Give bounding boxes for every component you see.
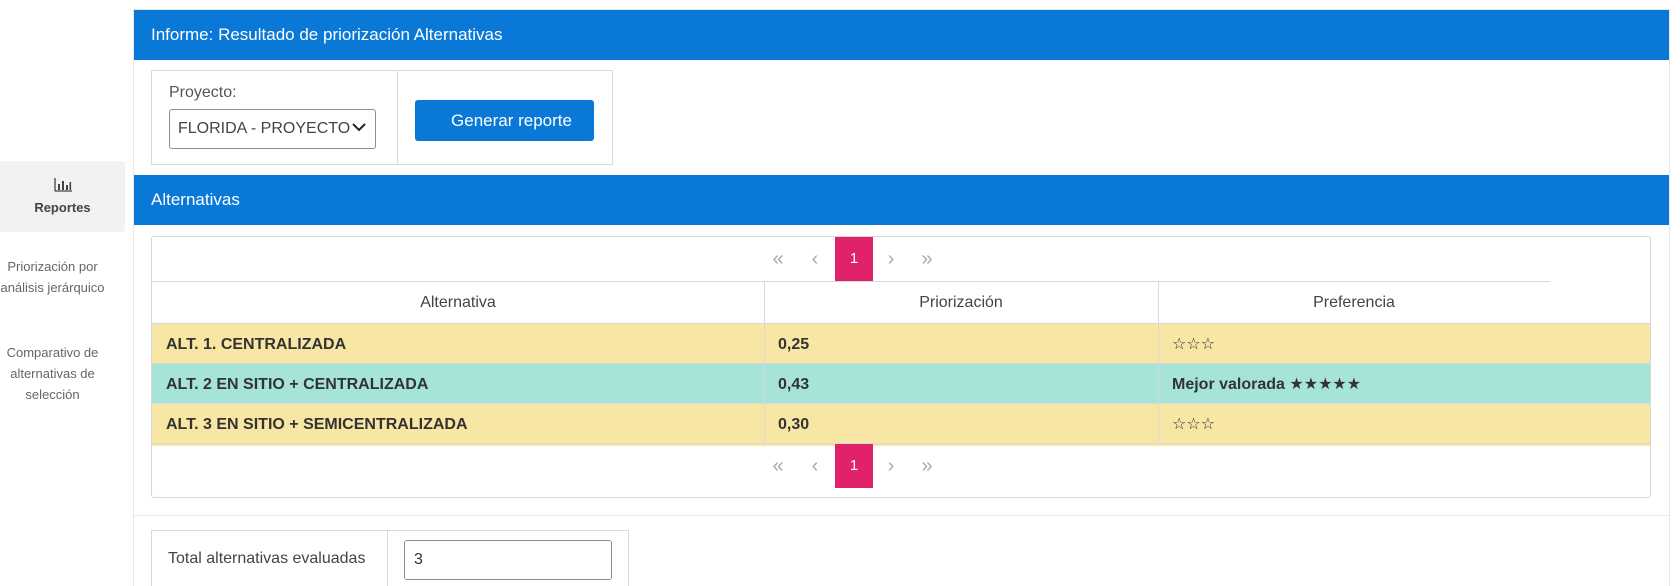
table-row: ALT. 3 EN SITIO + SEMICENTRALIZADA 0,30 … xyxy=(152,403,1650,446)
divider xyxy=(387,531,388,586)
total-input[interactable]: 3 xyxy=(404,540,612,580)
table-row: ALT. 1. CENTRALIZADA 0,25 ☆☆☆ xyxy=(152,323,1650,366)
page-1-button[interactable]: 1 xyxy=(835,444,873,488)
divider xyxy=(397,71,398,164)
total-label: Total alternativas evaluadas xyxy=(168,550,366,567)
first-page-button[interactable]: « xyxy=(759,444,797,488)
sidebar-item-reportes[interactable]: Reportes xyxy=(0,161,125,232)
project-select-value: FLORIDA - PROYECTO xyxy=(178,120,351,137)
sidebar-item-comparativo[interactable]: Comparativo de alternativas de selección xyxy=(0,342,105,405)
total-summary: Total alternativas evaluadas 3 xyxy=(151,530,629,586)
prev-page-button[interactable]: ‹ xyxy=(796,444,834,488)
column-header-preferencia: Preferencia xyxy=(1158,281,1550,323)
last-page-button[interactable]: » xyxy=(908,444,946,488)
alternatives-table: « ‹ 1 › » Alternativa Priorización Prefe… xyxy=(151,236,1651,498)
bar-chart-icon xyxy=(53,178,72,192)
sidebar: Reportes Priorización por análisis jerár… xyxy=(0,0,125,586)
pager-bottom: « ‹ 1 › » xyxy=(152,443,1650,488)
page-1-button[interactable]: 1 xyxy=(835,237,873,281)
sidebar-item-priorizacion[interactable]: Priorización por análisis jerárquico xyxy=(0,256,105,298)
pager-top: « ‹ 1 › » xyxy=(152,237,1650,281)
report-form: Proyecto: FLORIDA - PROYECTO Generar rep… xyxy=(151,70,613,165)
next-page-button[interactable]: › xyxy=(872,444,910,488)
priorization-value: 0,30 xyxy=(778,416,810,433)
priorization-value: 0,43 xyxy=(778,376,810,393)
last-page-button[interactable]: » xyxy=(908,237,946,281)
preference-stars: Mejor valorada ★★★★★ xyxy=(1172,376,1362,393)
report-title: Informe: Resultado de priorización Alter… xyxy=(134,10,1669,60)
column-divider xyxy=(764,281,765,443)
alternatives-title: Alternativas xyxy=(134,175,1669,225)
preference-stars: ☆☆☆ xyxy=(1172,336,1216,353)
column-divider xyxy=(1158,281,1159,443)
project-label: Proyecto: xyxy=(169,84,237,101)
generate-report-button[interactable]: Generar reporte xyxy=(415,100,594,141)
main-panel: Informe: Resultado de priorización Alter… xyxy=(133,9,1670,586)
divider xyxy=(134,515,1669,516)
table-row: ALT. 2 EN SITIO + CENTRALIZADA 0,43 Mejo… xyxy=(152,363,1650,406)
first-page-button[interactable]: « xyxy=(759,237,797,281)
alternative-name: ALT. 1. CENTRALIZADA xyxy=(166,336,347,353)
column-header-alternativa: Alternativa xyxy=(152,281,764,323)
prev-page-button[interactable]: ‹ xyxy=(796,237,834,281)
column-header-priorizacion: Priorización xyxy=(764,281,1158,323)
project-select[interactable]: FLORIDA - PROYECTO xyxy=(169,109,376,149)
priorization-value: 0,25 xyxy=(778,336,810,353)
chevron-down-icon xyxy=(352,123,366,132)
alternative-name: ALT. 2 EN SITIO + CENTRALIZADA xyxy=(166,376,429,393)
sidebar-item-label: Reportes xyxy=(34,200,91,215)
next-page-button[interactable]: › xyxy=(872,237,910,281)
preference-stars: ☆☆☆ xyxy=(1172,416,1216,433)
alternative-name: ALT. 3 EN SITIO + SEMICENTRALIZADA xyxy=(166,416,468,433)
